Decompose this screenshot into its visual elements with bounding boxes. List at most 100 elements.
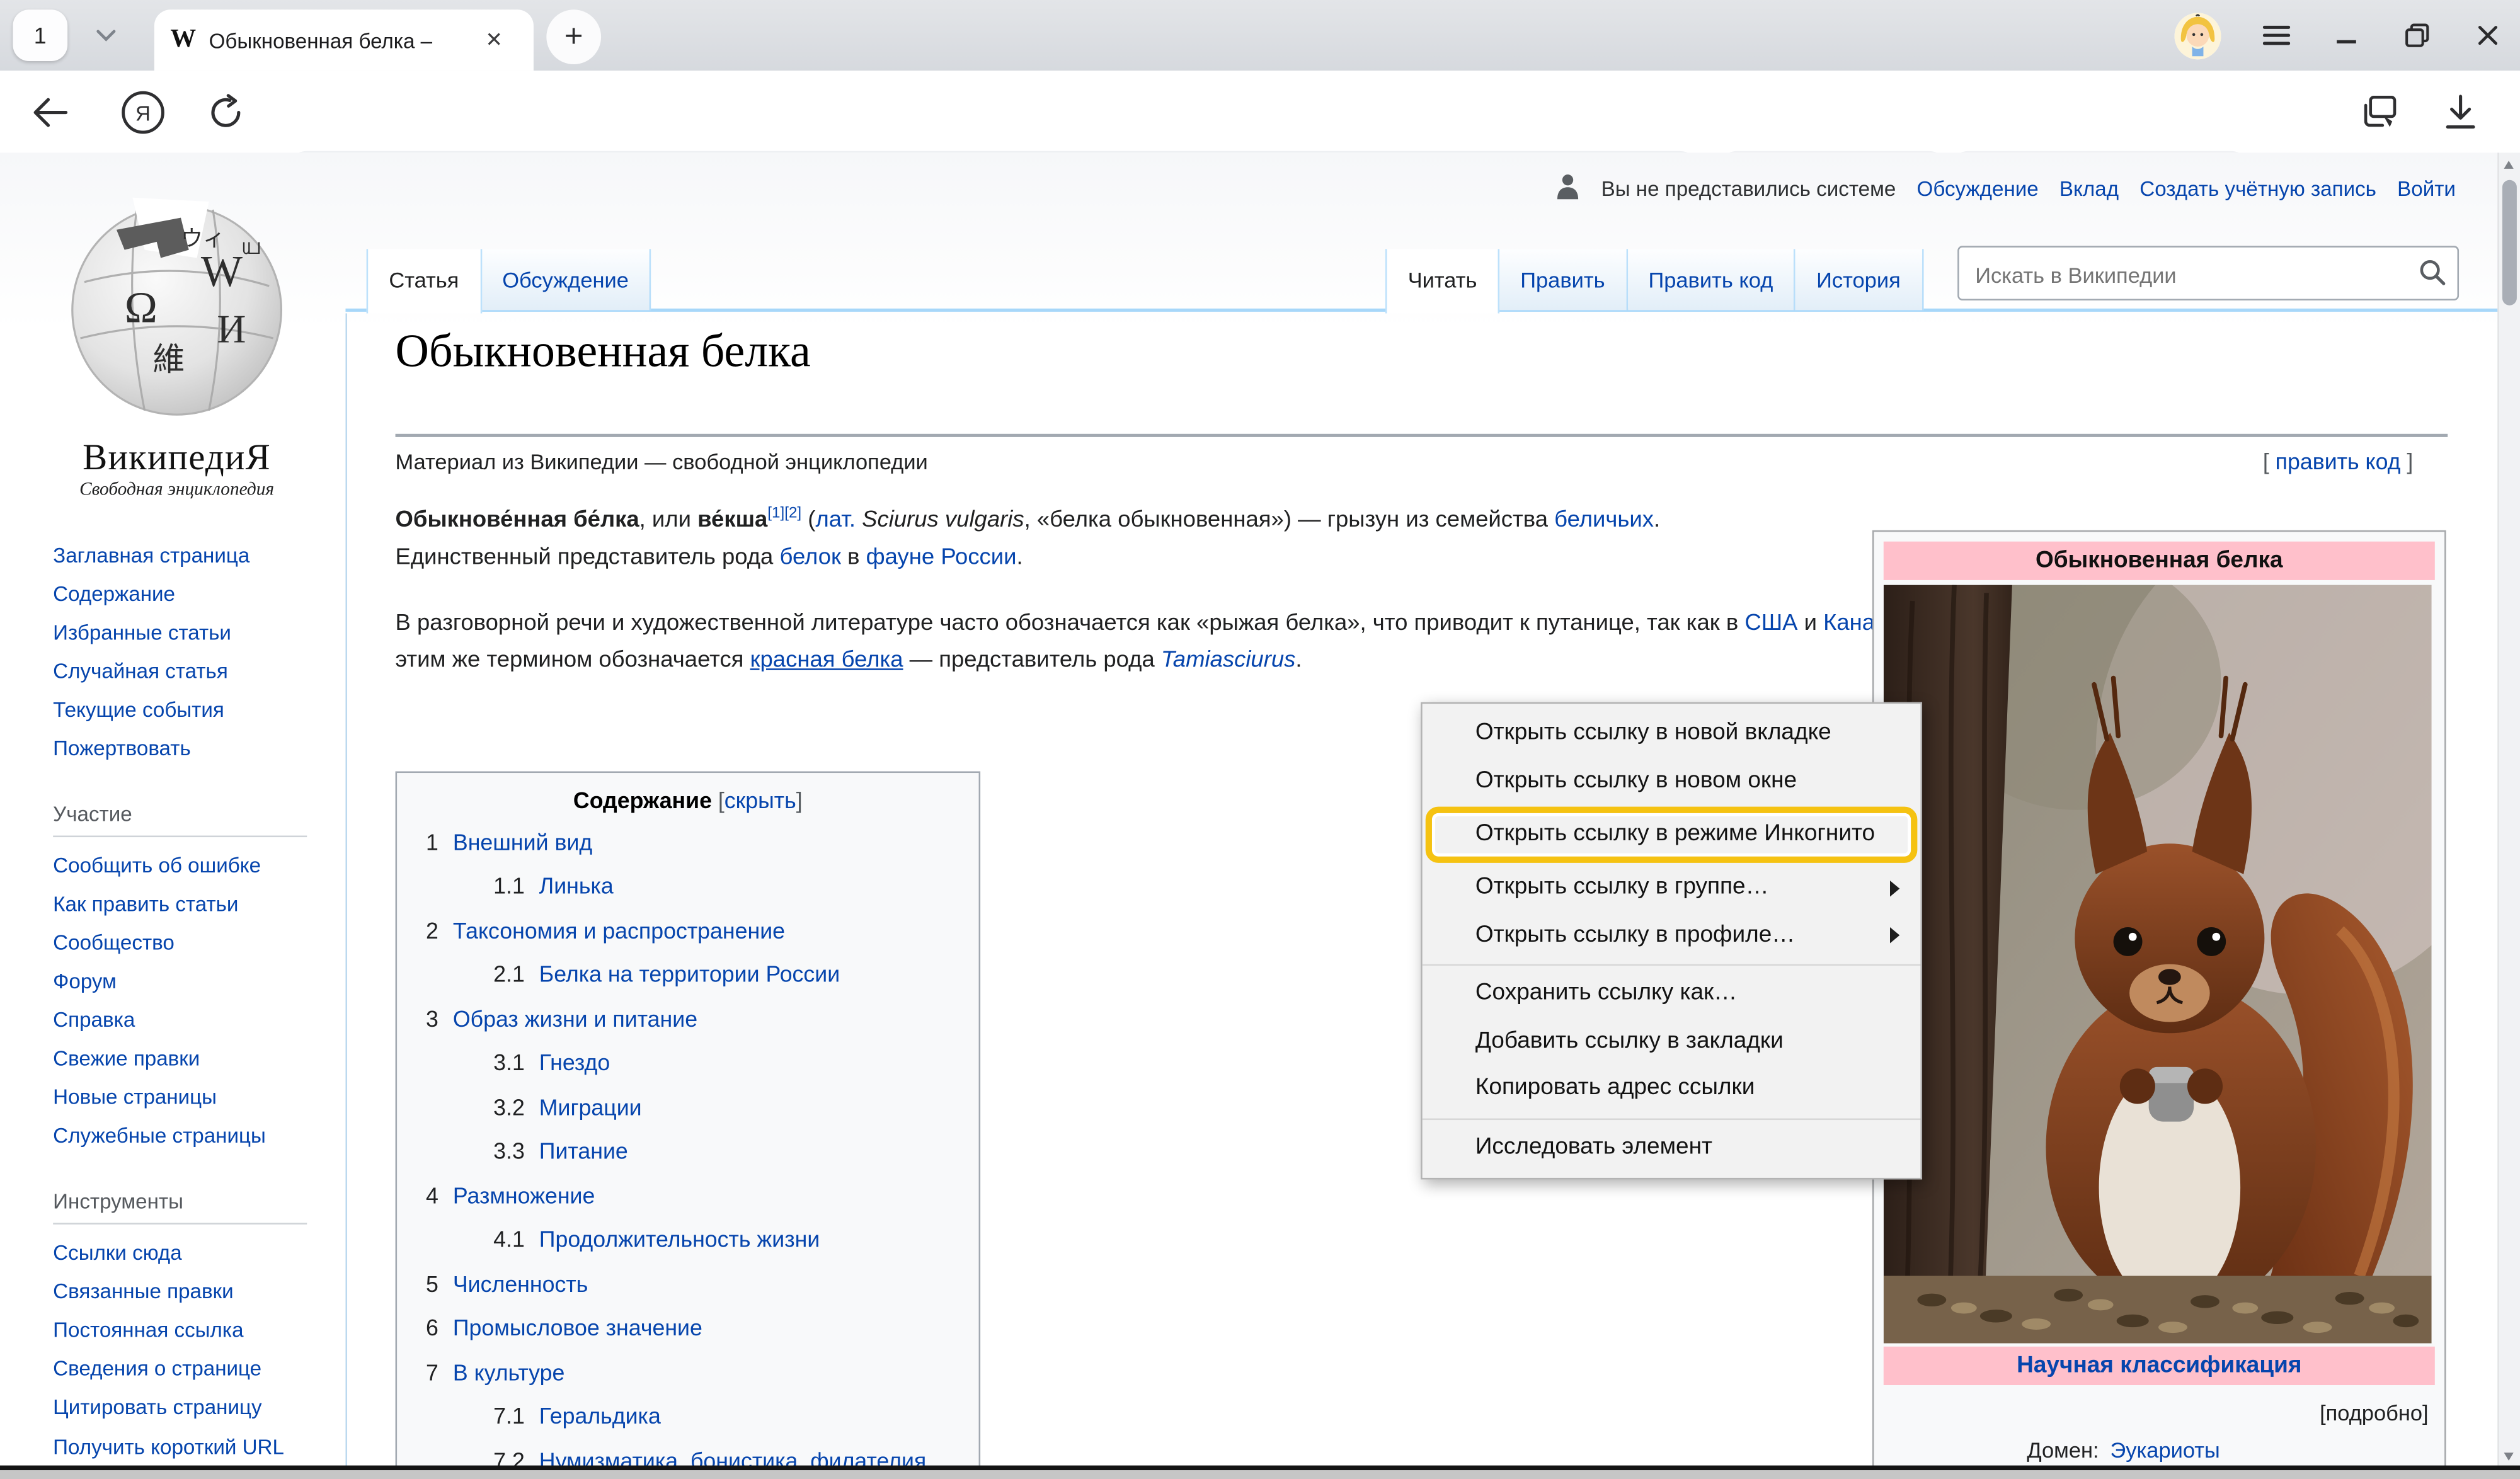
- menu-separator: [1423, 964, 1921, 966]
- details-link[interactable]: [подробно]: [1881, 1388, 2438, 1432]
- menu-item-open-incognito[interactable]: Открыть ссылку в режиме Инкогнито: [1432, 813, 1911, 857]
- toc-item[interactable]: 6Промысловое значение: [410, 1306, 966, 1350]
- sidebar-item-current-events[interactable]: Текущие события: [53, 691, 326, 729]
- tab-edit-source[interactable]: Править код: [1627, 249, 1796, 310]
- download-icon[interactable]: [2436, 71, 2485, 152]
- wiki-search-box[interactable]: [1957, 246, 2459, 300]
- menu-item-copy-link-address[interactable]: Копировать адрес ссылки: [1423, 1065, 1921, 1112]
- toc-item[interactable]: 2.1Белка на территории России: [410, 952, 966, 996]
- sidebar-item-mainpage[interactable]: Заглавная страница: [53, 537, 326, 575]
- sidebar-item-forum[interactable]: Форум: [53, 962, 326, 1001]
- svg-text:ウィ: ウィ: [181, 226, 225, 251]
- personal-link-talk[interactable]: Обсуждение: [1917, 177, 2039, 201]
- restore-window-icon[interactable]: [2401, 20, 2433, 52]
- screen-edge: [0, 1470, 2520, 1479]
- personal-link-create-account[interactable]: Создать учётную запись: [2139, 177, 2376, 201]
- browser-toolbar: Я ru.wikipedia.org Обыкновенная белка — …: [0, 71, 2520, 152]
- edit-source-link[interactable]: [ править код ]: [2263, 448, 2414, 474]
- tab-read[interactable]: Читать: [1385, 249, 1499, 312]
- toc-item[interactable]: 7.1Геральдика: [410, 1394, 966, 1438]
- tab-article[interactable]: Статья: [367, 249, 481, 312]
- sidebar-item-short-url[interactable]: Получить короткий URL: [53, 1430, 310, 1464]
- scroll-up-icon[interactable]: [2504, 161, 2513, 169]
- scroll-down-icon[interactable]: [2504, 1452, 2513, 1460]
- tab-discussion[interactable]: Обсуждение: [481, 249, 651, 310]
- taxobox: Обыкновенная белка: [1872, 530, 2446, 1468]
- browser-tab[interactable]: W Обыкновенная белка – ✕: [154, 9, 534, 71]
- toc-item[interactable]: 3.1Гнездо: [410, 1041, 966, 1085]
- profile-avatar[interactable]: [2175, 12, 2221, 59]
- toc-item[interactable]: 3.3Питание: [410, 1129, 966, 1173]
- toc-header[interactable]: Содержание [скрыть]: [410, 787, 966, 813]
- tab-edit[interactable]: Править: [1499, 249, 1627, 310]
- back-icon[interactable]: [29, 71, 71, 152]
- menu-item-inspect[interactable]: Исследовать элемент: [1423, 1124, 1921, 1171]
- scrollbar-thumb[interactable]: [2502, 180, 2517, 306]
- sidebar-item-donate[interactable]: Пожертвовать: [53, 729, 326, 768]
- yandex-button-icon[interactable]: Я: [116, 71, 171, 152]
- search-input[interactable]: [1972, 253, 2396, 297]
- tab-history[interactable]: История: [1796, 249, 1923, 310]
- collections-icon[interactable]: [2356, 71, 2405, 152]
- sidebar-item-page-info[interactable]: Сведения о странице: [53, 1350, 326, 1388]
- sidebar-item-cite-page[interactable]: Цитировать страницу: [53, 1388, 326, 1427]
- sidebar-item-featured[interactable]: Избранные статьи: [53, 614, 326, 652]
- sidebar-item-special-pages[interactable]: Служебные страницы: [53, 1117, 326, 1155]
- sidebar: Заглавная страница Содержание Избранные …: [53, 537, 326, 1464]
- view-tabs: Читать Править Править код История: [1385, 249, 1923, 310]
- menu-item-open-new-window[interactable]: Открыть ссылку в новом окне: [1423, 758, 1921, 805]
- sidebar-item-related-changes[interactable]: Связанные правки: [53, 1272, 326, 1311]
- personal-link-contributions[interactable]: Вклад: [2059, 177, 2119, 201]
- wikipedia-tagline: Свободная энциклопедия: [0, 481, 353, 500]
- classification-header[interactable]: Научная классификация: [1884, 1347, 2435, 1385]
- sidebar-item-what-links-here[interactable]: Ссылки сюда: [53, 1234, 326, 1272]
- squirrel-photo[interactable]: [1884, 585, 2432, 1344]
- chevron-down-icon[interactable]: [87, 20, 125, 52]
- sidebar-item-help[interactable]: Справка: [53, 1001, 326, 1039]
- sidebar-item-contents[interactable]: Содержание: [53, 575, 326, 614]
- minimize-icon[interactable]: [2330, 20, 2362, 52]
- new-tab-button[interactable]: +: [546, 9, 601, 64]
- wikipedia-logo[interactable]: W Ω И 維 ウィ ய ВикипедиЯ Свободная энцикло…: [0, 181, 353, 500]
- toc-item[interactable]: 7.2Нумизматика, бонистика, филателия: [410, 1438, 966, 1468]
- title-rule: [396, 434, 2448, 437]
- toc-item[interactable]: 7В культуре: [410, 1350, 966, 1394]
- page-scrollbar[interactable]: [2497, 152, 2520, 1468]
- menu-item-save-link-as[interactable]: Сохранить ссылку как…: [1423, 971, 1921, 1018]
- sidebar-item-random[interactable]: Случайная статья: [53, 653, 326, 691]
- toc-item[interactable]: 2Таксономия и распространение: [410, 908, 966, 952]
- sidebar-item-how-to-edit[interactable]: Как править статьи: [53, 886, 326, 924]
- sidebar-item-new-pages[interactable]: Новые страницы: [53, 1078, 326, 1117]
- close-window-icon[interactable]: [2471, 20, 2504, 52]
- menu-item-bookmark-link[interactable]: Добавить ссылку в закладки: [1423, 1018, 1921, 1065]
- menu-hamburger-icon[interactable]: [2260, 20, 2292, 52]
- wikipedia-wordmark: ВикипедиЯ: [0, 437, 353, 479]
- context-menu: Открыть ссылку в новой вкладке Открыть с…: [1421, 702, 1922, 1180]
- tab-close-icon[interactable]: ✕: [485, 27, 503, 53]
- menu-item-open-in-profile[interactable]: Открыть ссылку в профиле…: [1423, 912, 1921, 959]
- sidebar-item-recent-changes[interactable]: Свежие правки: [53, 1040, 326, 1078]
- menu-item-open-new-tab[interactable]: Открыть ссылку в новой вкладке: [1423, 711, 1921, 758]
- search-icon[interactable]: [2419, 259, 2446, 294]
- toc-item[interactable]: 3.2Миграции: [410, 1085, 966, 1129]
- submenu-arrow-icon: [1890, 927, 1899, 944]
- sidebar-heading-tools: Инструменты: [53, 1183, 326, 1221]
- domain-value-link[interactable]: Эукариоты: [2110, 1438, 2219, 1462]
- sidebar-heading-participation: Участие: [53, 796, 326, 834]
- toc-item[interactable]: 1.1Линька: [410, 864, 966, 908]
- toc-item[interactable]: 1Внешний вид: [410, 819, 966, 864]
- toc-item[interactable]: 4Размножение: [410, 1173, 966, 1217]
- article-title: Обыкновенная белка: [396, 326, 811, 379]
- menu-item-open-in-group[interactable]: Открыть ссылку в группе…: [1423, 864, 1921, 911]
- toc-item[interactable]: 3Образ жизни и питание: [410, 996, 966, 1041]
- toc-item[interactable]: 4.1Продолжительность жизни: [410, 1217, 966, 1261]
- personal-link-login[interactable]: Войти: [2397, 177, 2456, 201]
- sidebar-item-community[interactable]: Сообщество: [53, 924, 326, 962]
- tab-counter-button[interactable]: 1: [13, 9, 67, 61]
- sidebar-item-report-error[interactable]: Сообщить об ошибке: [53, 847, 326, 885]
- window-bottom-edge: [0, 1465, 2520, 1470]
- toc-item[interactable]: 5Численность: [410, 1262, 966, 1306]
- reload-icon[interactable]: [202, 71, 251, 152]
- submenu-arrow-icon: [1890, 880, 1899, 896]
- sidebar-item-permanent-link[interactable]: Постоянная ссылка: [53, 1311, 326, 1350]
